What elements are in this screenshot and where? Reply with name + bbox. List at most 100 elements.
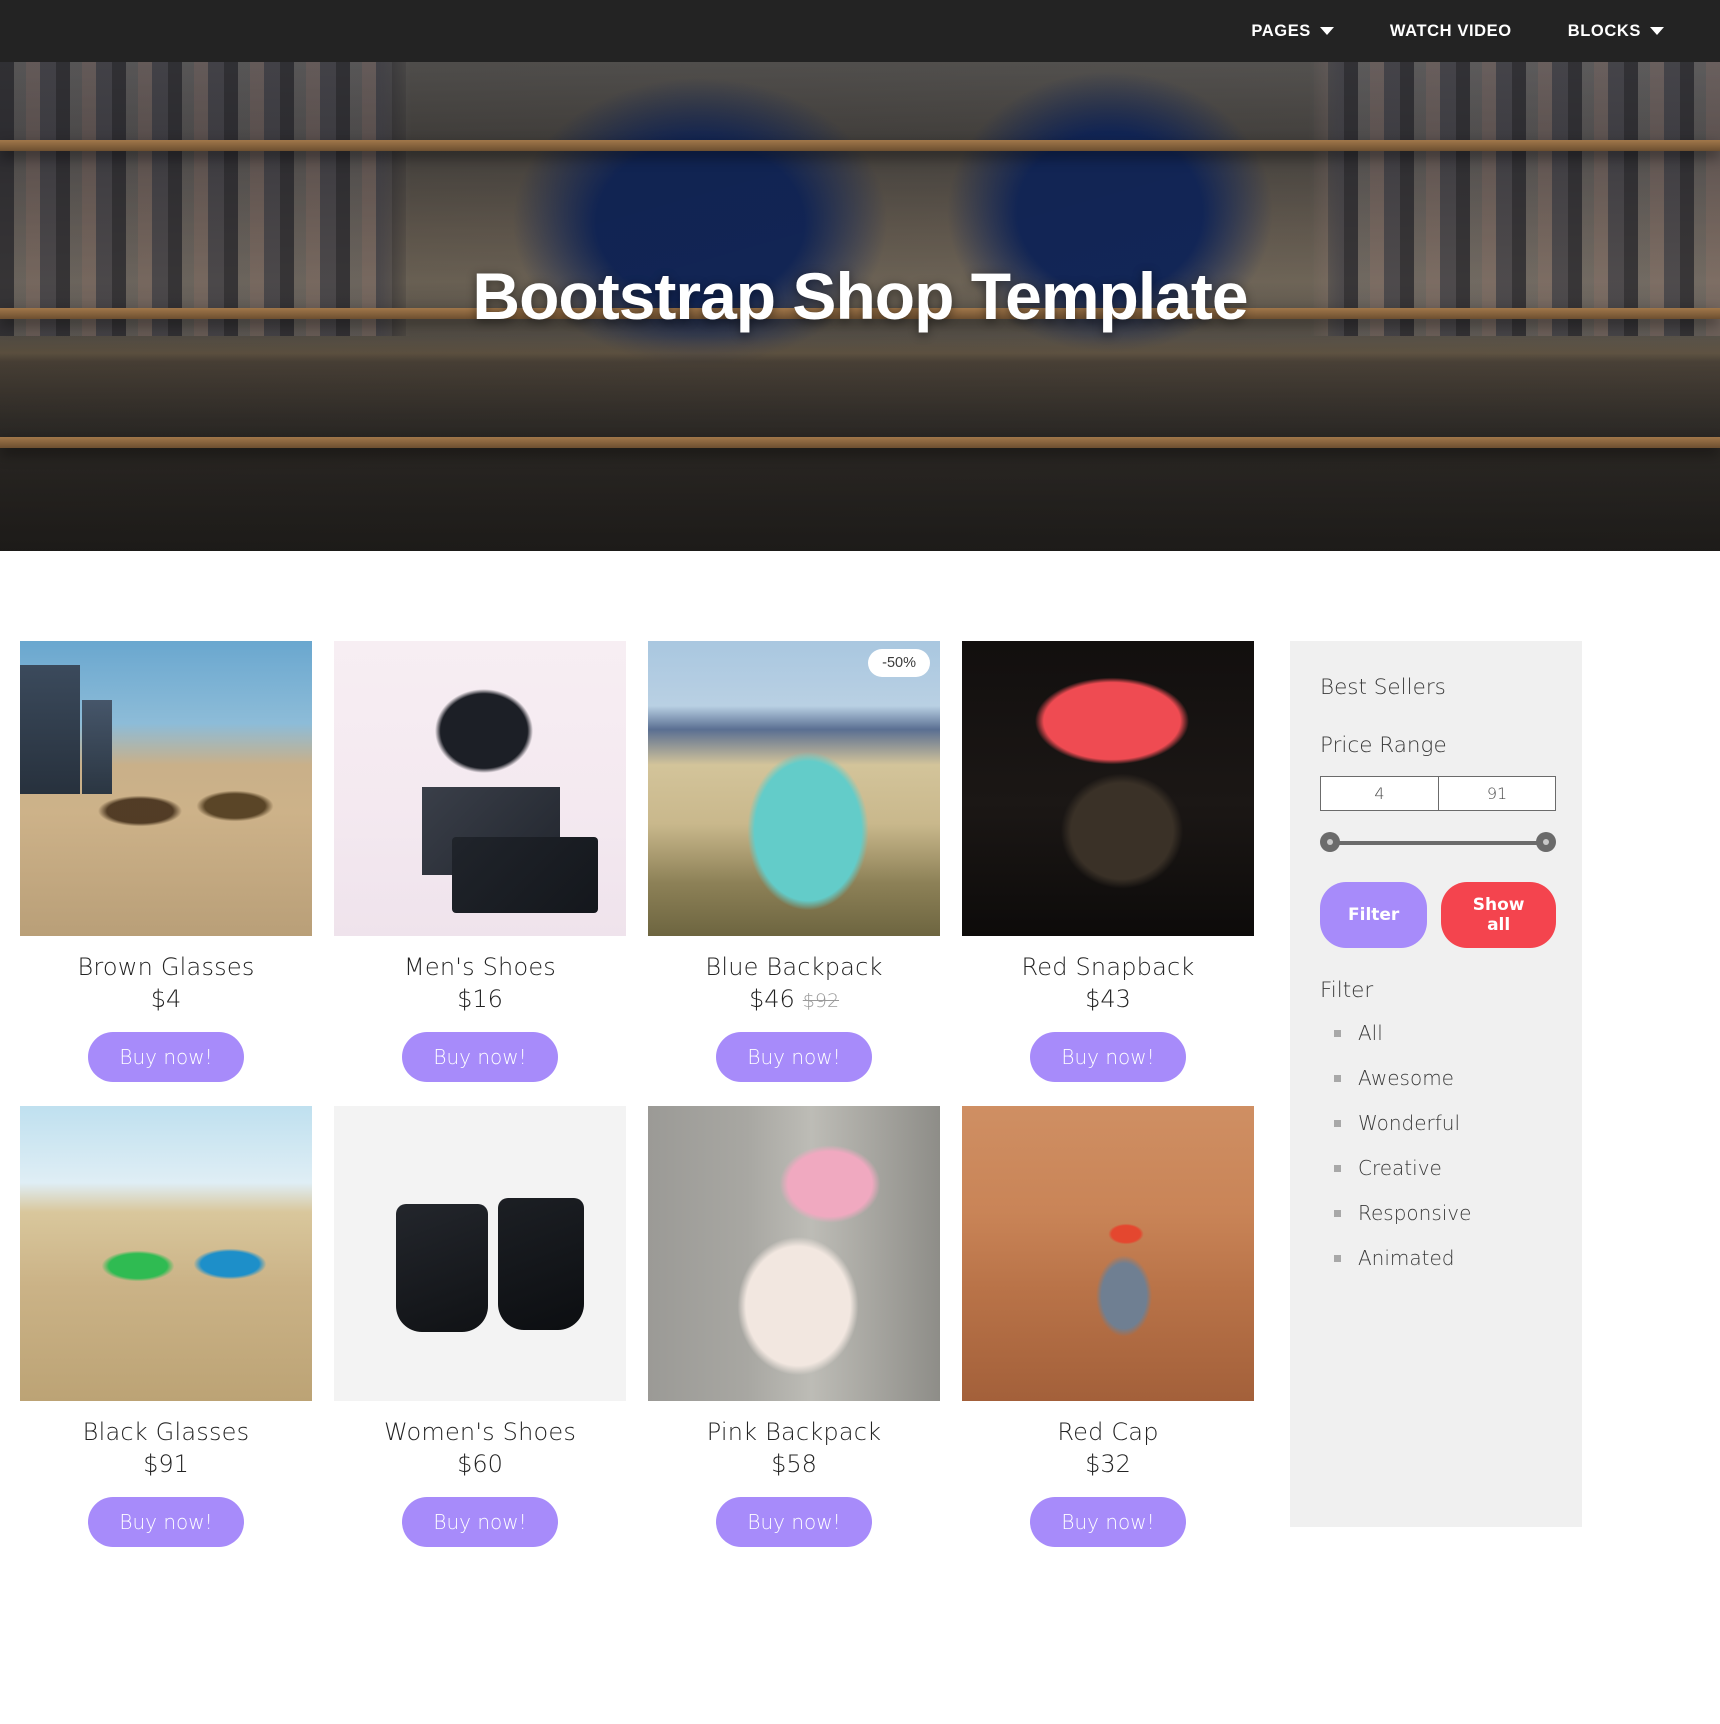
product-thumbnail[interactable] — [20, 1106, 312, 1401]
product-name: Women's Shoes — [383, 1418, 577, 1446]
product-card[interactable]: Women's Shoes $60 Buy now! — [334, 1106, 626, 1547]
product-name: Red Cap — [1057, 1418, 1159, 1446]
product-name: Red Snapback — [1021, 953, 1195, 981]
product-price-current: $58 — [771, 1450, 817, 1478]
bullet-square-icon — [1334, 1164, 1341, 1172]
nav-item-pages[interactable]: PAGES — [1223, 22, 1362, 41]
price-min-input[interactable] — [1320, 776, 1438, 811]
product-price: $43 — [962, 985, 1254, 1013]
price-range-inputs — [1320, 776, 1556, 811]
product-thumbnail[interactable] — [20, 641, 312, 936]
product-image — [20, 641, 312, 936]
product-image — [20, 1106, 312, 1401]
product-thumbnail[interactable] — [334, 641, 626, 936]
nav-item-label: WATCH VIDEO — [1389, 21, 1512, 40]
product-image — [648, 1106, 940, 1401]
product-image — [334, 641, 626, 936]
price-range-slider[interactable] — [1320, 832, 1556, 854]
product-card[interactable]: Pink Backpack $58 Buy now! — [648, 1106, 940, 1547]
chevron-down-icon — [1319, 27, 1334, 35]
filter-sidebar: Best Sellers Price Range Filter Show all… — [1290, 641, 1582, 1527]
nav-item-blocks[interactable]: BLOCKS — [1540, 22, 1692, 41]
nav-item-watch-video[interactable]: WATCH VIDEO — [1362, 22, 1540, 41]
filter-item-all[interactable]: All — [1334, 1021, 1556, 1045]
filter-item-creative[interactable]: Creative — [1334, 1156, 1556, 1180]
slider-handle-min[interactable] — [1320, 832, 1340, 852]
product-name: Brown Glasses — [77, 953, 255, 981]
filter-item-responsive[interactable]: Responsive — [1334, 1201, 1556, 1225]
discount-badge: -50% — [868, 649, 930, 677]
product-price: $4 — [20, 985, 312, 1013]
hero-title: Bootstrap Shop Template — [472, 259, 1248, 333]
filter-item-animated[interactable]: Animated — [1334, 1246, 1556, 1270]
buy-now-button[interactable]: Buy now! — [402, 1497, 558, 1547]
filter-category-list: All Awesome Wonderful Creative Responsiv… — [1320, 1021, 1556, 1270]
product-thumbnail[interactable]: -50% — [648, 641, 940, 936]
filter-item-label: Creative — [1358, 1156, 1442, 1180]
buy-now-button[interactable]: Buy now! — [716, 1497, 872, 1547]
filter-item-label: Awesome — [1358, 1066, 1454, 1090]
product-price: $46 $92 — [648, 985, 940, 1013]
buy-now-button[interactable]: Buy now! — [88, 1032, 244, 1082]
filter-item-label: Animated — [1358, 1246, 1455, 1270]
filter-item-label: Wonderful — [1358, 1111, 1461, 1135]
bullet-square-icon — [1334, 1074, 1341, 1082]
filter-item-label: All — [1358, 1021, 1383, 1045]
product-price-current: $46 — [748, 985, 795, 1013]
filter-item-awesome[interactable]: Awesome — [1334, 1066, 1556, 1090]
product-price-current: $91 — [143, 1450, 189, 1478]
product-price: $58 — [648, 1450, 940, 1478]
product-card[interactable]: Men's Shoes $16 Buy now! — [334, 641, 626, 1082]
filter-item-label: Responsive — [1358, 1201, 1472, 1225]
filter-item-wonderful[interactable]: Wonderful — [1334, 1111, 1556, 1135]
filter-button[interactable]: Filter — [1320, 882, 1428, 948]
product-price: $60 — [334, 1450, 626, 1478]
buy-now-button[interactable]: Buy now! — [402, 1032, 558, 1082]
price-max-input[interactable] — [1438, 776, 1556, 811]
product-image — [962, 641, 1254, 936]
product-price-current: $4 — [150, 985, 182, 1013]
product-thumbnail[interactable] — [962, 641, 1254, 936]
product-thumbnail[interactable] — [648, 1106, 940, 1401]
slider-handle-max[interactable] — [1536, 832, 1556, 852]
buy-now-button[interactable]: Buy now! — [88, 1497, 244, 1547]
product-image — [962, 1106, 1254, 1401]
best-sellers-title: Best Sellers — [1320, 675, 1446, 700]
bullet-square-icon — [1334, 1209, 1341, 1217]
product-card[interactable]: Brown Glasses $4 Buy now! — [20, 641, 312, 1082]
product-price-current: $16 — [457, 985, 503, 1013]
product-price: $91 — [20, 1450, 312, 1478]
product-name: Blue Backpack — [705, 953, 883, 981]
chevron-down-icon — [1650, 27, 1664, 35]
buy-now-button[interactable]: Buy now! — [1030, 1497, 1186, 1547]
product-image — [648, 641, 940, 936]
price-range-title: Price Range — [1320, 733, 1447, 758]
product-image — [334, 1106, 626, 1401]
product-price: $32 — [962, 1450, 1254, 1478]
filter-title: Filter — [1320, 978, 1374, 1003]
hero-shelf-decor — [0, 437, 1720, 448]
nav-item-label: PAGES — [1251, 21, 1311, 40]
hero-banner: Bootstrap Shop Template — [0, 62, 1720, 551]
buy-now-button[interactable]: Buy now! — [1030, 1032, 1186, 1082]
product-card[interactable]: -50% Blue Backpack $46 $92 Buy now! — [648, 641, 940, 1082]
main-content: Brown Glasses $4 Buy now! Men's Shoes $1… — [0, 551, 1720, 1607]
bullet-square-icon — [1334, 1119, 1341, 1127]
bullet-square-icon — [1334, 1029, 1341, 1037]
slider-track — [1329, 841, 1547, 845]
nav-item-label: BLOCKS — [1567, 21, 1641, 40]
product-price-old: $92 — [802, 990, 840, 1012]
buy-now-button[interactable]: Buy now! — [716, 1032, 872, 1082]
product-thumbnail[interactable] — [334, 1106, 626, 1401]
product-card[interactable]: Red Cap $32 Buy now! — [962, 1106, 1254, 1547]
product-card[interactable]: Black Glasses $91 Buy now! — [20, 1106, 312, 1547]
show-all-button[interactable]: Show all — [1441, 882, 1556, 948]
filter-actions: Filter Show all — [1320, 882, 1556, 948]
hero-shelf-decor — [0, 140, 1720, 151]
product-price-current: $43 — [1085, 985, 1131, 1013]
bullet-square-icon — [1334, 1254, 1341, 1262]
product-name: Pink Backpack — [706, 1418, 882, 1446]
product-grid: Brown Glasses $4 Buy now! Men's Shoes $1… — [0, 641, 1272, 1547]
product-card[interactable]: Red Snapback $43 Buy now! — [962, 641, 1254, 1082]
product-thumbnail[interactable] — [962, 1106, 1254, 1401]
